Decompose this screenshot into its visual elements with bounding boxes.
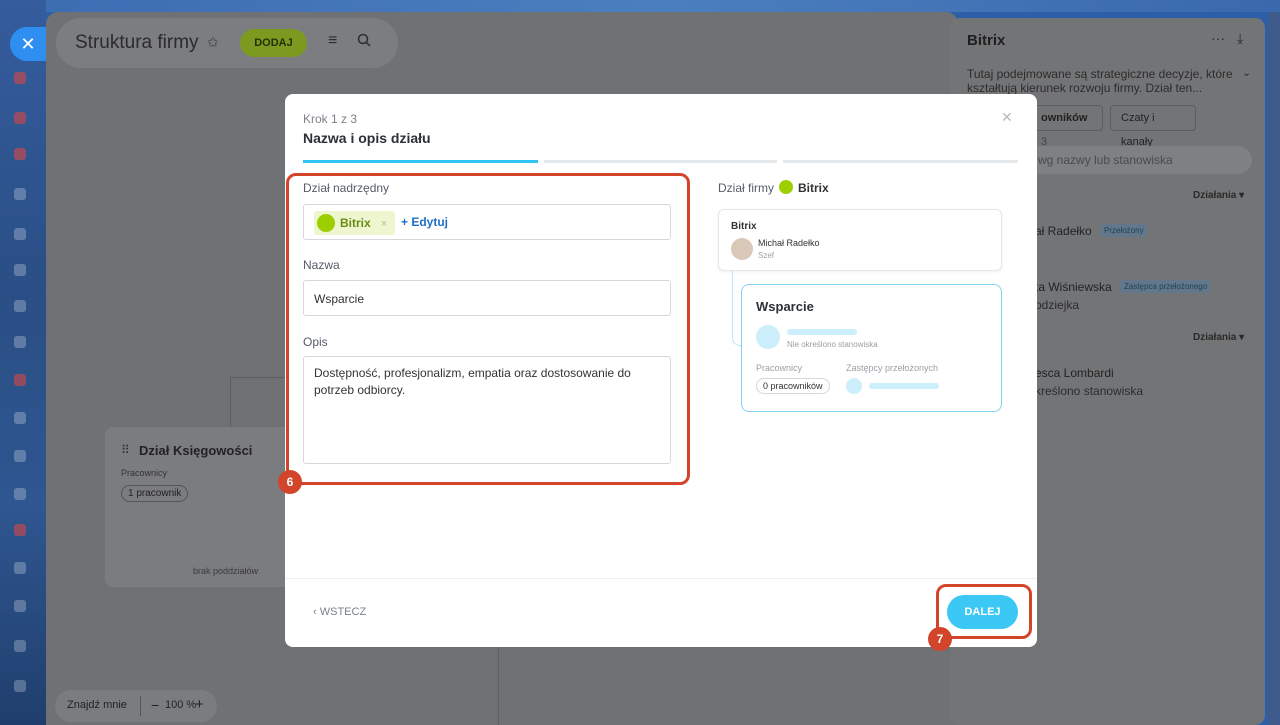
app-icon[interactable] [14,188,26,200]
chevron-down-icon[interactable]: ⌄ [1242,66,1251,79]
zoom-level: 100 % [165,699,197,711]
person-name[interactable]: ał Radełko [1035,224,1092,238]
person-name[interactable]: ta Wiśniewska [1035,280,1112,294]
person-position: odziejka [1035,298,1080,312]
zoom-controls: Znajdź mnie − 100 % + [55,690,217,722]
search-icon[interactable] [357,33,371,47]
manager-role: Szef [758,251,775,260]
divider [285,578,1037,579]
status-badge: Zastępca przełożonego [1120,280,1212,293]
app-icon[interactable] [14,228,26,240]
app-icon[interactable] [14,450,26,462]
left-app-bar: ✕ [0,0,46,725]
tree-line [498,647,499,725]
zoom-in-button[interactable]: + [195,696,204,713]
tab-employees-label: owników [1041,112,1088,124]
collapse-icon[interactable]: ⤓ [1237,30,1243,47]
tree-line [230,377,231,427]
search-input[interactable]: wg nazwy lub stanowiska [1020,146,1252,174]
app-icon[interactable] [14,680,26,692]
panel-title: Bitrix [967,32,1006,49]
progress-step-3 [783,160,1018,163]
no-position-text: Nie określono stanowiska [787,340,878,349]
avatar [731,238,753,260]
parent-card-title: Bitrix [731,221,757,232]
more-icon[interactable]: ··· [1211,30,1225,46]
step-indicator: Krok 1 z 3 [303,112,358,126]
parent-card-preview: Bitrix Michał Radełko Szef [718,209,1002,271]
create-department-modal: Krok 1 z 3 Nazwa i opis działu ✕ Dział n… [278,94,1037,651]
deputies-label: Zastępcy przełożonych [846,363,939,373]
avatar-placeholder [756,325,780,349]
actions-dropdown[interactable]: Działania ▾ [1193,332,1244,343]
close-icon[interactable]: ✕ [10,27,46,61]
zoom-out-button[interactable]: − [151,697,159,713]
progress-step-2 [544,160,777,163]
annotation-frame-7 [936,584,1032,639]
tab-chats[interactable]: Czaty i kanały [1110,105,1196,148]
modal-title: Nazwa i opis działu [303,130,431,146]
app-icon[interactable] [14,112,26,124]
top-strip [46,0,1280,12]
menu-icon[interactable]: ≡ [328,32,337,50]
divider [140,696,141,716]
new-department-card-preview: Wsparcie Nie określono stanowiska Pracow… [741,284,1002,412]
employees-chip[interactable]: 1 pracownik [121,485,189,502]
find-me-button[interactable]: Znajdź mnie [67,699,127,711]
person-position: kreślono stanowiska [1035,384,1144,398]
actions-label: Działania [1193,190,1237,201]
drag-handle-icon[interactable]: ⠿ [121,443,130,457]
app-icon[interactable] [14,488,26,500]
progress-step-1 [303,160,538,163]
app-icon[interactable] [14,524,26,536]
company-icon [779,180,793,194]
panel-description: Tutaj podejmowane są strategiczne decyzj… [967,67,1233,95]
new-department-title: Wsparcie [756,299,814,314]
name-placeholder [869,383,939,389]
employees-label: Pracownicy [756,363,803,373]
pin-icon[interactable]: ✩ [207,34,219,51]
tab-employees[interactable]: owników 3 [1030,105,1103,148]
department-card[interactable]: ⠿ Dział Księgowości Pracownicy 1 pracown… [105,427,295,587]
actions-label: Działania [1193,332,1237,343]
status-badge: Przełożony [1100,224,1148,237]
right-edge [1268,12,1280,725]
page-title: Struktura firmy [75,32,199,53]
actions-dropdown[interactable]: Działania ▾ [1193,190,1244,201]
back-button[interactable]: ‹ WSTECZ [313,606,366,618]
app-icon[interactable] [14,300,26,312]
app-icon[interactable] [14,336,26,348]
app-icon[interactable] [14,264,26,276]
preview-company: Bitrix [798,181,829,195]
app-icon[interactable] [14,374,26,386]
add-button[interactable]: DODAJ [240,29,307,57]
preview-label: Dział firmy [718,181,774,195]
department-title: Dział Księgowości [139,443,253,458]
app-icon[interactable] [14,640,26,652]
avatar-placeholder [846,378,862,394]
app-icon[interactable] [14,600,26,612]
employees-chip: 0 pracowników [756,378,830,394]
close-icon[interactable]: ✕ [1001,109,1013,126]
employees-label: Pracownicy [121,468,168,478]
name-placeholder [787,329,857,335]
app-icon[interactable] [14,412,26,424]
app-icon[interactable] [14,72,26,84]
tree-line [230,377,290,378]
person-name[interactable]: esca Lombardi [1035,366,1114,380]
annotation-badge-7: 7 [928,627,952,651]
annotation-frame-6 [286,173,690,485]
annotation-badge-6: 6 [278,470,302,494]
no-subdepartments: brak poddziałów [193,566,259,576]
app-icon[interactable] [14,562,26,574]
manager-name: Michał Radełko [758,238,820,248]
app-icon[interactable] [14,148,26,160]
